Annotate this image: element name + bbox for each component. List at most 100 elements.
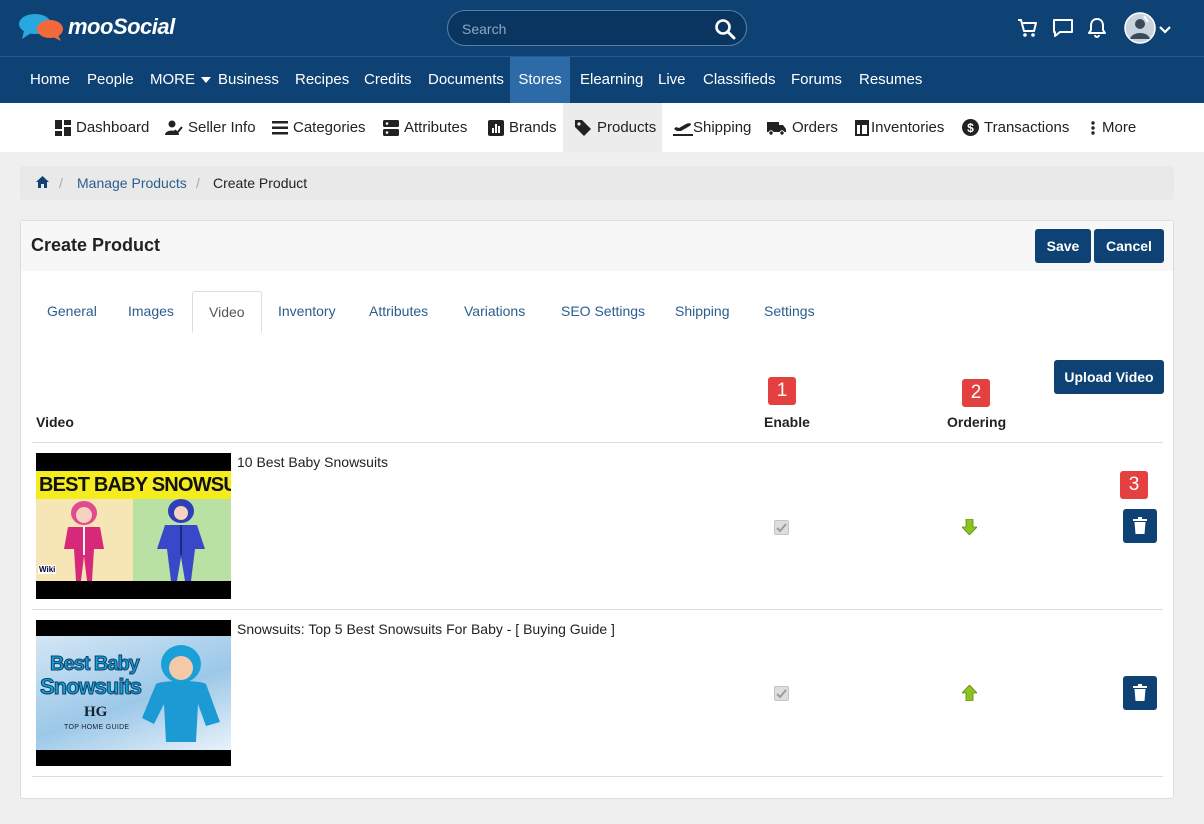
plane-icon	[673, 122, 693, 136]
snowsuit-blue-illustration	[157, 499, 205, 581]
dollar-icon: $	[962, 119, 979, 136]
video-thumbnail[interactable]: BEST BABY SNOWSUITS Wiki	[36, 453, 231, 599]
subnav-shipping-label: Shipping	[693, 119, 752, 136]
thumbnail-logo: HG	[84, 704, 108, 720]
enable-checkbox[interactable]	[774, 520, 789, 535]
thumbnail-caption: TOP HOME GUIDE	[64, 724, 130, 731]
subnav-categories[interactable]: Categories	[272, 103, 366, 152]
nav-item-recipes[interactable]: Recipes	[295, 57, 349, 103]
brands-icon	[488, 119, 504, 136]
store-sub-nav: Dashboard Seller Info Categories Attribu…	[0, 103, 1204, 152]
nav-item-credits[interactable]: Credits	[364, 57, 412, 103]
subnav-brands-label: Brands	[509, 119, 557, 136]
tab-video[interactable]: Video	[192, 291, 262, 333]
nav-item-documents[interactable]: Documents	[428, 57, 504, 103]
subnav-seller-info[interactable]: Seller Info	[165, 103, 256, 152]
caret-down-icon	[201, 77, 212, 84]
subnav-transactions-label: Transactions	[984, 119, 1070, 136]
cancel-button[interactable]: Cancel	[1094, 229, 1164, 263]
column-header-ordering: Ordering	[947, 414, 1007, 430]
avatar[interactable]	[1124, 12, 1156, 47]
nav-item-business[interactable]: Business	[218, 57, 279, 103]
tab-shipping[interactable]: Shipping	[659, 291, 746, 333]
subnav-inventories-label: Inventories	[871, 119, 945, 136]
annotation-badge: 1	[768, 377, 796, 405]
annotation-badge: 2	[962, 379, 990, 407]
nav-item-stores[interactable]: Stores	[510, 57, 570, 103]
panel-header: Create Product Save Cancel	[21, 221, 1173, 271]
subnav-products[interactable]: Products	[563, 103, 662, 152]
divider	[32, 776, 1163, 777]
move-down-arrow-icon[interactable]	[962, 519, 977, 535]
breadcrumb-link-manage-products[interactable]: Manage Products	[77, 175, 187, 191]
seller-icon	[165, 120, 183, 135]
subnav-inventories[interactable]: Inventories	[855, 103, 944, 152]
subnav-transactions[interactable]: $ Transactions	[962, 103, 1069, 152]
tab-attributes[interactable]: Attributes	[353, 291, 444, 333]
baby-snowsuit-illustration	[142, 645, 220, 742]
divider	[32, 442, 1163, 443]
nav-item-classifieds[interactable]: Classifieds	[703, 57, 776, 103]
page-title: Create Product	[31, 235, 161, 255]
video-thumbnail[interactable]: Best Baby Snowsuits HG TOP HOME GUIDE	[36, 620, 231, 766]
nav-item-live[interactable]: Live	[658, 57, 686, 103]
move-up-arrow-icon[interactable]	[962, 685, 977, 701]
inventory-icon	[855, 119, 869, 136]
enable-checkbox[interactable]	[774, 686, 789, 701]
list-icon	[272, 120, 288, 134]
chat-icon[interactable]	[1052, 17, 1074, 42]
subnav-dashboard-label: Dashboard	[76, 119, 150, 136]
nav-item-resumes[interactable]: Resumes	[859, 57, 922, 103]
delete-button[interactable]	[1123, 509, 1157, 543]
svg-text:$: $	[967, 121, 974, 135]
chevron-down-icon[interactable]	[1158, 22, 1172, 38]
home-icon[interactable]	[35, 175, 50, 192]
nav-item-forums[interactable]: Forums	[791, 57, 842, 103]
check-icon	[776, 689, 787, 699]
nav-item-elearning[interactable]: Elearning	[580, 57, 643, 103]
nav-item-home[interactable]: Home	[30, 57, 70, 103]
subnav-categories-label: Categories	[293, 119, 366, 136]
subnav-brands[interactable]: Brands	[488, 103, 557, 152]
upload-video-button[interactable]: Upload Video	[1054, 360, 1164, 394]
search-input[interactable]	[462, 19, 702, 39]
tab-images[interactable]: Images	[112, 291, 190, 333]
thumbnail-text-line-2: Snowsuits	[39, 674, 142, 700]
tab-inventory[interactable]: Inventory	[262, 291, 352, 333]
nav-item-more[interactable]: MORE	[150, 57, 212, 103]
breadcrumb-current: Create Product	[213, 175, 308, 191]
logo[interactable]: mooSocial	[18, 12, 175, 42]
subnav-dashboard[interactable]: Dashboard	[55, 103, 149, 152]
subnav-shipping[interactable]: Shipping	[673, 103, 751, 152]
attributes-icon	[383, 119, 399, 136]
top-bar: mooSocial	[0, 0, 1204, 56]
nav-item-more-label: MORE	[150, 71, 195, 88]
tab-seo-settings[interactable]: SEO Settings	[545, 291, 661, 333]
breadcrumb: / Manage Products / Create Product	[20, 166, 1174, 200]
tab-settings[interactable]: Settings	[748, 291, 831, 333]
subnav-attributes[interactable]: Attributes	[383, 103, 467, 152]
tab-variations[interactable]: Variations	[448, 291, 541, 333]
search-icon[interactable]	[714, 18, 736, 43]
subnav-more-label: More	[1102, 119, 1137, 136]
subnav-attributes-label: Attributes	[404, 119, 468, 136]
video-title: 10 Best Baby Snowsuits	[237, 454, 388, 470]
nav-item-people[interactable]: People	[87, 57, 134, 103]
bell-icon[interactable]	[1087, 17, 1107, 42]
subnav-orders[interactable]: Orders	[767, 103, 838, 152]
breadcrumb-separator: /	[59, 175, 63, 191]
product-tabs: General Images Video Inventory Attribute…	[31, 291, 1163, 333]
video-title: Snowsuits: Top 5 Best Snowsuits For Baby…	[237, 621, 615, 637]
subnav-seller-info-label: Seller Info	[188, 119, 256, 136]
tab-general[interactable]: General	[31, 291, 113, 333]
cart-icon[interactable]	[1017, 17, 1039, 42]
save-button[interactable]: Save	[1035, 229, 1091, 263]
trash-icon	[1133, 517, 1147, 534]
search-box	[447, 10, 747, 46]
tag-icon	[575, 119, 591, 136]
delete-button[interactable]	[1123, 676, 1157, 710]
logo-icon	[19, 14, 63, 41]
subnav-more[interactable]: More	[1089, 103, 1136, 152]
annotation-badge: 3	[1120, 471, 1148, 499]
thumbnail-text-line-1: Best Baby	[50, 653, 141, 676]
